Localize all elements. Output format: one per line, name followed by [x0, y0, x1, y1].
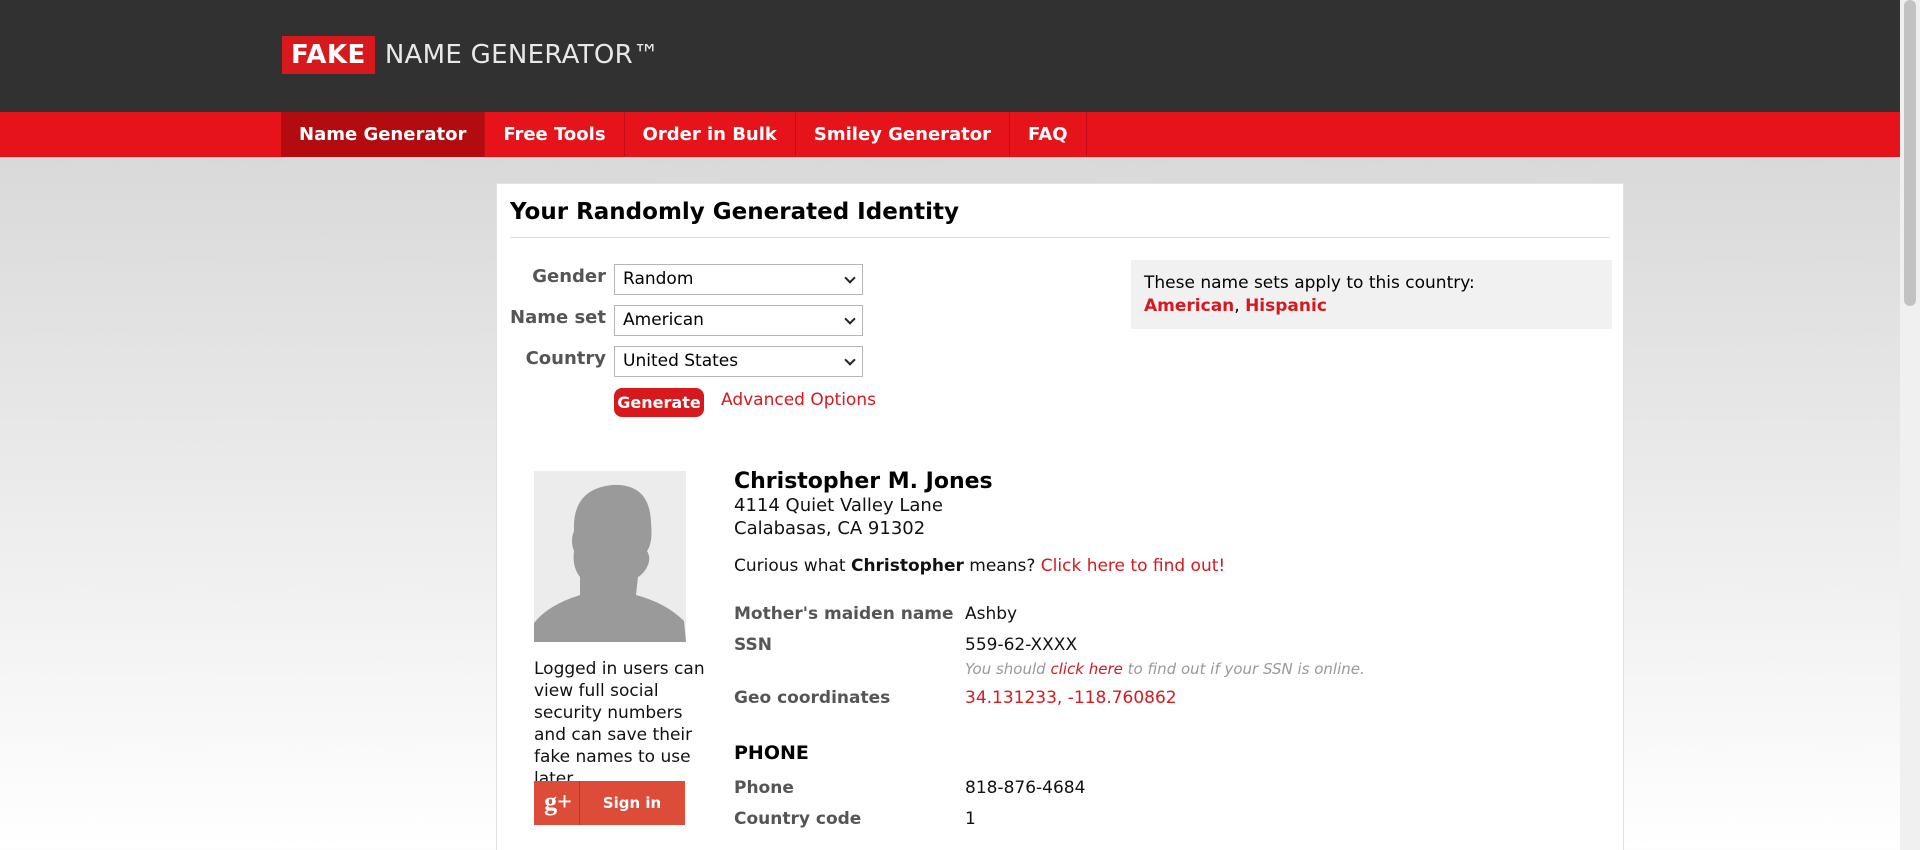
curious-suffix: means?: [963, 556, 1041, 576]
chevron-down-icon: [844, 272, 856, 284]
nav-item-name-generator[interactable]: Name Generator: [281, 112, 486, 157]
advanced-options-link[interactable]: Advanced Options: [721, 390, 876, 410]
maiden-name-label: Mother's maiden name: [734, 604, 954, 624]
name-meaning-prompt: Curious what Christopher means? Click he…: [734, 556, 1225, 576]
logo-fake-badge: FAKE: [282, 36, 375, 74]
generate-button[interactable]: Generate: [614, 388, 704, 417]
name-set-separator: ,: [1234, 296, 1246, 316]
scrollbar-thumb[interactable]: [1904, 0, 1916, 306]
maiden-name-value: Ashby: [965, 604, 1018, 624]
ssn-note: You should click here to find out if you…: [965, 660, 1365, 678]
login-promo-text: Logged in users can view full social sec…: [534, 659, 705, 789]
nav-item-free-tools[interactable]: Free Tools: [485, 112, 625, 157]
chevron-down-icon: [844, 354, 856, 366]
gender-label: Gender: [532, 266, 606, 287]
country-code-value: 1: [965, 809, 976, 829]
page-scrollbar[interactable]: [1900, 0, 1920, 850]
google-plus-signin-button[interactable]: g+ Sign in: [534, 781, 685, 825]
nameset-label: Name set: [510, 307, 606, 328]
nav-item-order-in-bulk[interactable]: Order in Bulk: [625, 112, 796, 157]
ssn-value: 559-62-XXXX: [965, 635, 1078, 655]
person-silhouette-icon: [534, 471, 686, 642]
ssn-label: SSN: [734, 635, 772, 655]
name-sets-info: These name sets apply to this country: A…: [1131, 260, 1612, 329]
name-set-link-hispanic[interactable]: Hispanic: [1245, 296, 1327, 316]
nav-item-smiley-generator[interactable]: Smiley Generator: [796, 112, 1011, 157]
nameset-select-value: American: [623, 310, 704, 330]
curious-name: Christopher: [850, 556, 964, 576]
nav-item-faq[interactable]: FAQ: [1010, 112, 1087, 157]
phone-value: 818-876-4684: [965, 778, 1086, 798]
gender-select-value: Random: [623, 269, 694, 289]
country-select[interactable]: United States: [614, 346, 863, 377]
avatar-placeholder: [534, 471, 686, 642]
ssn-check-link[interactable]: click here: [1050, 660, 1122, 678]
name-set-link-american[interactable]: American: [1144, 296, 1234, 316]
name-sets-info-text: These name sets apply to this country:: [1144, 273, 1475, 293]
page-title: Your Randomly Generated Identity: [510, 199, 960, 225]
address-line-2: Calabasas, CA 91302: [734, 518, 926, 539]
gender-select[interactable]: Random: [614, 264, 863, 295]
geo-coordinates-label: Geo coordinates: [734, 688, 891, 708]
country-label: Country: [525, 348, 606, 369]
site-logo[interactable]: FAKE NAME GENERATOR™: [282, 36, 659, 74]
google-plus-icon: g+: [544, 787, 572, 816]
curious-prefix: Curious what: [734, 556, 851, 576]
logo-text: NAME GENERATOR™: [384, 40, 660, 70]
country-code-label: Country code: [734, 809, 862, 829]
phone-section-heading: PHONE: [734, 742, 809, 764]
ssn-note-suffix: to find out if your SSN is online.: [1122, 660, 1365, 678]
country-select-value: United States: [623, 351, 739, 371]
identity-name: Christopher M. Jones: [734, 469, 993, 494]
signin-label: Sign in: [602, 794, 662, 812]
geo-coordinates-link[interactable]: 34.131233, -118.760862: [965, 688, 1177, 708]
nameset-select[interactable]: American: [614, 305, 863, 336]
main-nav: Name Generator Free Tools Order in Bulk …: [0, 112, 1920, 157]
site-header: FAKE NAME GENERATOR™: [0, 0, 1920, 112]
chevron-down-icon: [844, 313, 856, 325]
identity-panel: Your Randomly Generated Identity Gender …: [496, 183, 1624, 850]
phone-label: Phone: [734, 778, 794, 798]
title-divider: [510, 237, 1610, 238]
ssn-note-prefix: You should: [965, 660, 1051, 678]
name-meaning-link[interactable]: Click here to find out!: [1041, 556, 1225, 576]
address-line-1: 4114 Quiet Valley Lane: [734, 495, 943, 516]
